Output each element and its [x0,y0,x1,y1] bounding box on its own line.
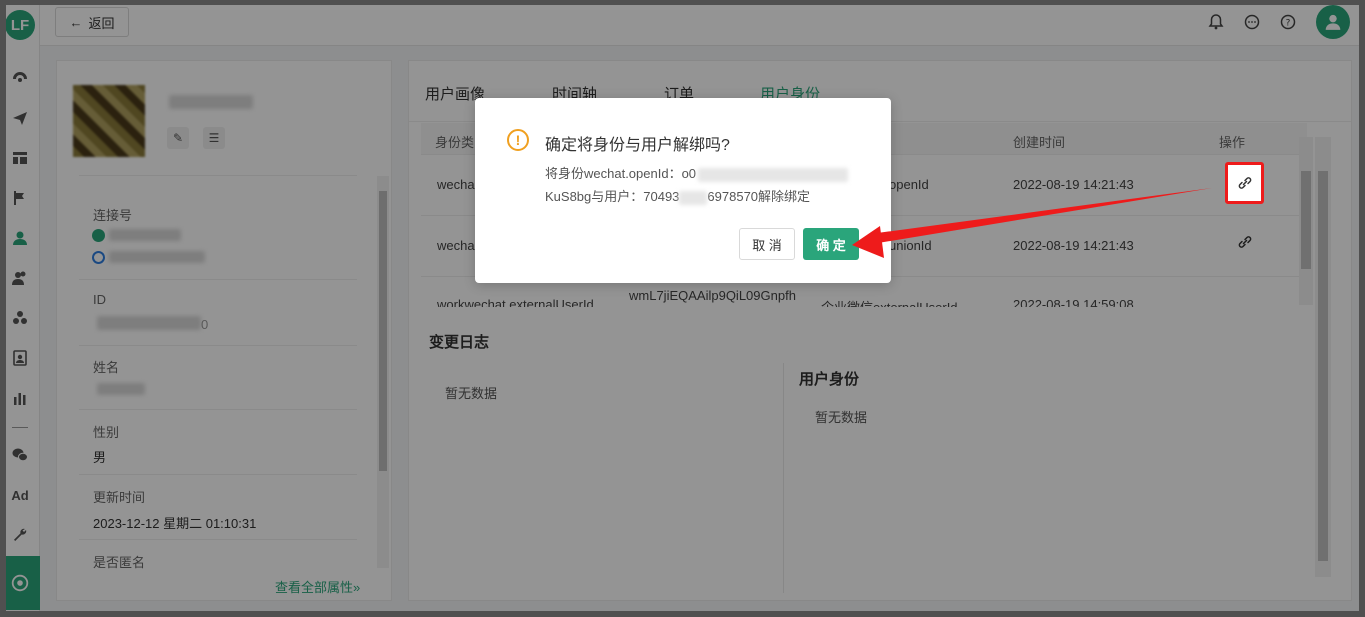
unlink-icon-highlighted[interactable] [1225,162,1264,204]
confirm-button[interactable]: 确 定 [803,228,859,260]
cancel-button[interactable]: 取 消 [739,228,795,260]
dialog-title: 确定将身份与用户解绑吗? [545,137,730,154]
masked-openid [698,167,849,182]
dialog-line2-suffix: 6978570解除绑定 [707,189,811,204]
dialog-line2-prefix: KuS8bg与用户：70493 [545,189,680,204]
dialog-message-line2: KuS8bg与用户：70493 6978570解除绑定 [545,186,810,205]
confirm-dialog: ! 确定将身份与用户解绑吗? 将身份wechat.openId：o0 KuS8b… [475,98,891,283]
modal-overlay[interactable] [0,0,1365,617]
dialog-line1-text: 将身份wechat.openId：o0 [545,166,697,181]
unlink-icon [1238,177,1251,189]
dialog-message-line1: 将身份wechat.openId：o0 [545,163,849,182]
warning-icon: ! [507,129,529,151]
masked-user-id [679,190,708,205]
